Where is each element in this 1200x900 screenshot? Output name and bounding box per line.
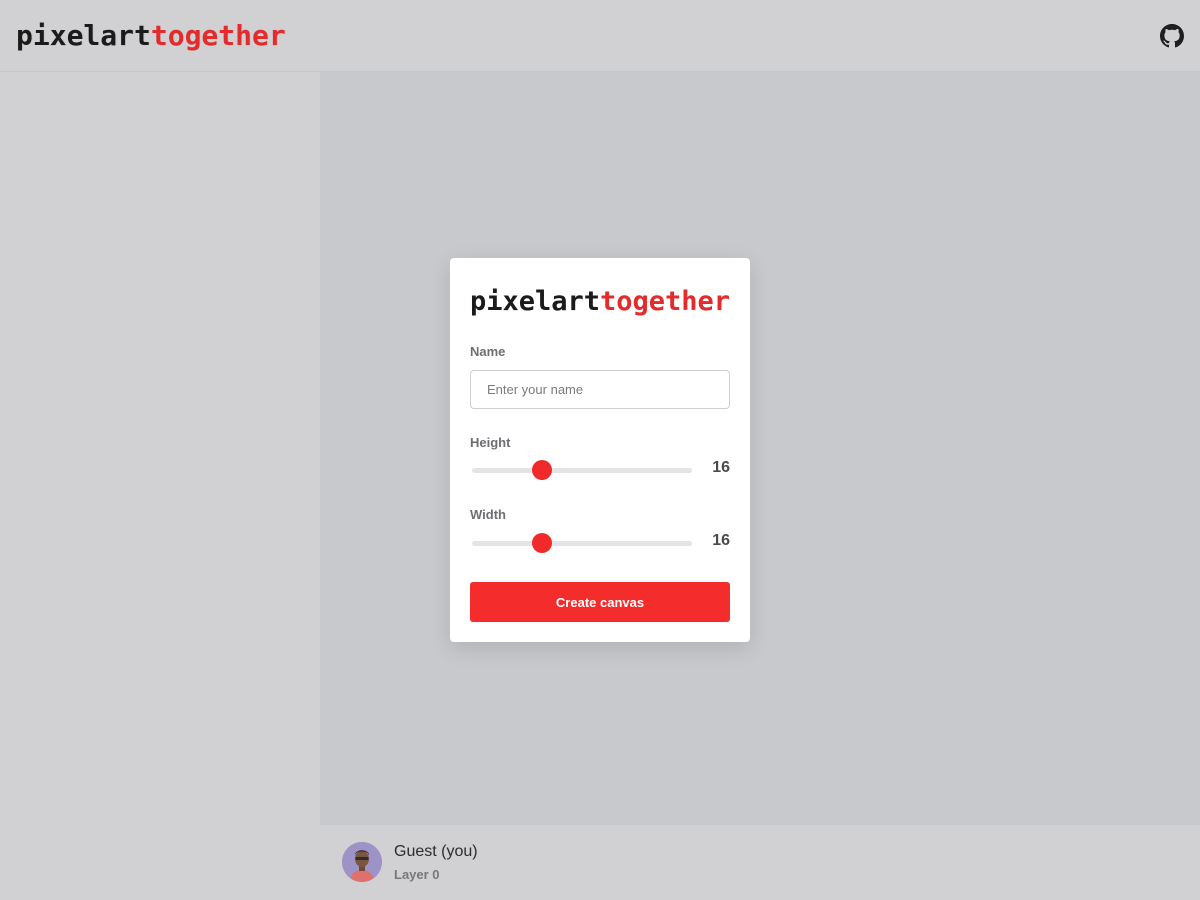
create-canvas-dialog: pixelarttogether Name Height 16 Width 16… (450, 258, 750, 642)
avatar-illustration (342, 842, 382, 882)
create-canvas-button[interactable]: Create canvas (470, 582, 730, 622)
width-value: 16 (712, 532, 730, 549)
width-label: Width (470, 507, 506, 522)
height-value: 16 (712, 459, 730, 476)
width-slider-thumb[interactable] (532, 533, 553, 553)
logo-text-together: together (150, 19, 286, 52)
height-label: Height (470, 435, 511, 450)
logo-text-pixelart: pixelart (16, 19, 151, 52)
logo-text-pixelart: pixelart (469, 286, 600, 317)
name-input[interactable] (470, 370, 730, 409)
dialog-logo: pixelart together (450, 284, 750, 320)
width-slider-track[interactable] (472, 541, 692, 546)
height-slider-track[interactable] (472, 468, 692, 473)
app-header: pixelart together (0, 0, 1200, 72)
width-slider[interactable] (472, 531, 692, 555)
height-slider[interactable] (472, 458, 692, 482)
github-icon[interactable] (1160, 24, 1184, 48)
height-slider-thumb[interactable] (532, 460, 553, 480)
logo-text-together: together (600, 286, 731, 317)
left-sidebar (0, 72, 320, 900)
name-label: Name (470, 344, 506, 359)
user-layer: Layer 0 (394, 867, 440, 882)
avatar-icon (342, 842, 382, 882)
app-logo[interactable]: pixelart together (16, 19, 286, 53)
user-name: Guest (you) (394, 843, 478, 860)
user-bar: Guest (you) Layer 0 (320, 825, 1200, 900)
